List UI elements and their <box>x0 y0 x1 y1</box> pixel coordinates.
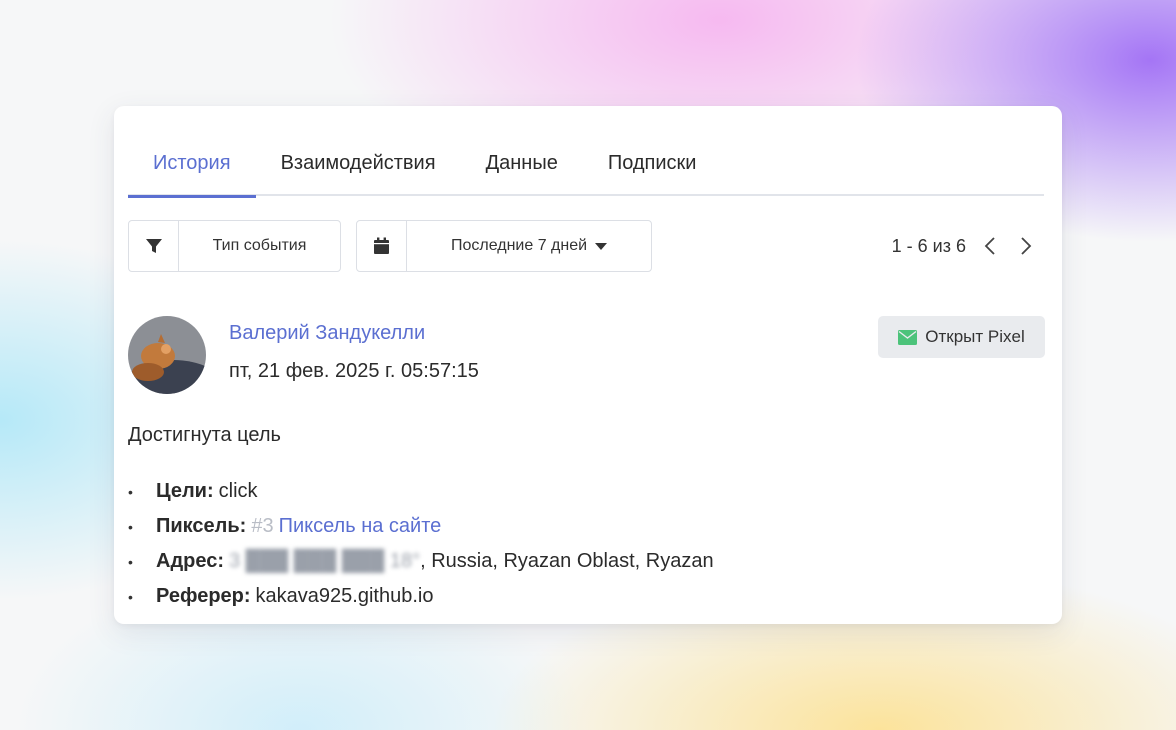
avatar[interactable] <box>128 316 206 394</box>
prev-page-icon[interactable] <box>978 232 1002 260</box>
event-details: • Цели: click • Пиксель: #3 Пиксель на с… <box>128 474 714 614</box>
calendar-icon <box>357 221 407 271</box>
date-range-filter[interactable]: Последние 7 дней <box>356 220 652 272</box>
detail-pixel-id: #3 <box>251 515 274 537</box>
caret-down-icon <box>595 242 608 250</box>
bullet: • <box>128 588 133 605</box>
tab-data[interactable]: Данные <box>461 134 583 196</box>
event-type-filter[interactable]: Тип события <box>128 220 341 272</box>
filter-icon <box>129 221 179 271</box>
user-name-link[interactable]: Валерий Зандукелли <box>229 322 425 345</box>
event-timestamp: пт, 21 фев. 2025 г. 05:57:15 <box>229 360 479 382</box>
date-range-text: Последние 7 дней <box>450 237 588 254</box>
detail-pixel-label: Пиксель: <box>156 515 247 537</box>
bullet: • <box>128 553 133 570</box>
history-panel: История Взаимодействия Данные Подписки Т… <box>114 106 1062 624</box>
next-page-icon[interactable] <box>1014 232 1038 260</box>
detail-address-label: Адрес: <box>156 550 224 572</box>
detail-goals-label: Цели: <box>156 480 214 502</box>
detail-goals-value: click <box>218 480 258 502</box>
pixel-link[interactable]: Пиксель на сайте <box>279 515 442 538</box>
bullet: • <box>128 518 133 535</box>
detail-referrer-value: kakava925.github.io <box>255 585 434 607</box>
detail-address: • Адрес: 3 ███ ███ ███ 18° , Russia, Rya… <box>128 544 714 579</box>
bullet: • <box>128 483 133 500</box>
tab-bar: История Взаимодействия Данные Подписки <box>128 134 1044 198</box>
detail-address-value: , Russia, Ryazan Oblast, Ryazan <box>420 550 714 572</box>
event-description: Достигнута цель <box>128 424 281 446</box>
address-masked: 3 ███ ███ ███ 18° <box>229 550 421 572</box>
pagination: 1 - 6 из 6 <box>892 232 1038 260</box>
detail-pixel: • Пиксель: #3 Пиксель на сайте <box>128 509 714 544</box>
event-type-filter-label: Тип события <box>212 237 307 254</box>
pagination-range: 1 - 6 из 6 <box>891 235 966 256</box>
detail-referrer-label: Реферер: <box>156 585 251 607</box>
tab-interactions[interactable]: Взаимодействия <box>256 134 461 196</box>
status-badge: Открыт Pixel <box>878 316 1045 358</box>
envelope-icon <box>898 329 918 345</box>
date-range-filter-label: Последние 7 дней <box>407 221 651 271</box>
tab-subscriptions[interactable]: Подписки <box>583 134 722 196</box>
detail-referrer: • Реферер: kakava925.github.io <box>128 579 714 614</box>
detail-goals: • Цели: click <box>128 474 714 509</box>
tab-history[interactable]: История <box>128 134 256 198</box>
status-badge-label: Открыт Pixel <box>925 327 1025 346</box>
